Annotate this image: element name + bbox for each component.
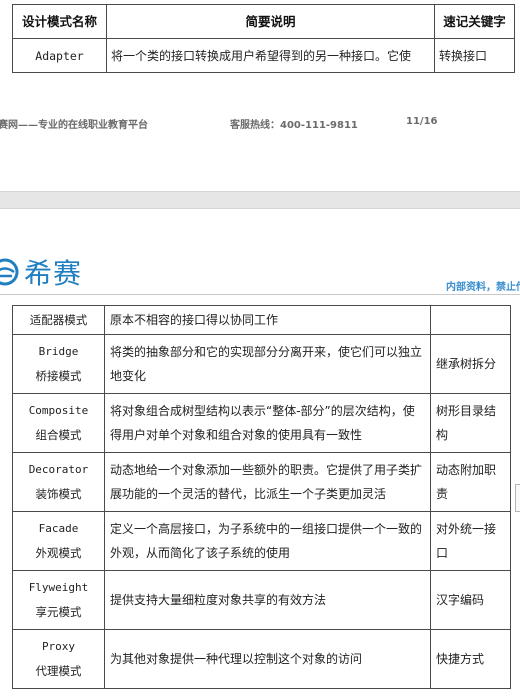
table-header-row: 设计模式名称 简要说明 速记关键字 [12,4,515,39]
pattern-name-en: Flyweight [28,581,89,594]
page-separator [0,191,520,209]
top-pattern-table: 设计模式名称 简要说明 速记关键字 Adapter 将一个类的接口转换成用户希望… [12,4,515,73]
pattern-keyword: 快捷方式 [430,629,511,689]
pattern-name-en: Facade [38,522,79,535]
table-row: Facade 外观模式 定义一个高层接口，为子系统中的一组接口提供一个一致的外观… [12,511,511,571]
pattern-table: 适配器模式 原本不相容的接口得以协同工作 Bridge 桥接模式 将类的抽象部分… [12,305,511,689]
header-keyword: 速记关键字 [434,4,515,39]
pattern-name-en: Proxy [41,640,76,653]
pattern-description: 提供支持大量细粒度对象共享的有效方法 [104,570,431,630]
footer-hotline: 客服热线：400-111-9811 [230,120,358,131]
table-row: Proxy 代理模式 为其他对象提供一种代理以控制这个对象的访问 快捷方式 [12,629,511,689]
pattern-description: 将一个类的接口转换成用户希望得到的另一种接口。它使 [106,38,435,73]
pattern-keyword: 继承树拆分 [430,334,511,394]
table-row: Bridge 桥接模式 将类的抽象部分和它的实现部分分离开来，使它们可以独立地变… [12,334,511,394]
table-row: Adapter 将一个类的接口转换成用户希望得到的另一种接口。它使 转换接口 [12,38,515,73]
pattern-name-zh: 装饰模式 [35,487,82,501]
pattern-name-zh: 享元模式 [35,605,82,619]
table-row: Composite 组合模式 将对象组合成树型结构以表示“整体-部分”的层次结构… [12,393,511,453]
pattern-keyword [430,305,511,335]
pattern-keyword: 转换接口 [434,38,515,73]
logo-text: 希赛 [24,257,83,290]
pattern-name-cell: Facade 外观模式 [12,511,105,571]
pattern-name-cell: Decorator 装饰模式 [12,452,105,512]
footer-page-number: 11/16 [406,116,438,127]
pattern-description: 为其他对象提供一种代理以控制这个对象的访问 [104,629,431,689]
page-edge-tab [515,484,520,512]
table-row: 适配器模式 原本不相容的接口得以协同工作 [12,305,511,335]
header-divider [0,294,520,295]
header-name: 设计模式名称 [12,4,107,39]
header-description: 简要说明 [106,4,435,39]
pattern-name-cell: Flyweight 享元模式 [12,570,105,630]
pattern-description: 将类的抽象部分和它的实现部分分离开来，使它们可以独立地变化 [104,334,431,394]
pattern-name-zh: 适配器模式 [29,313,88,327]
pattern-name: Adapter [12,38,107,73]
pattern-name-en: Decorator [28,463,89,476]
pattern-name-en: Composite [28,404,89,417]
confidential-notice: 内部资料，禁止传 [446,282,520,293]
pattern-keyword: 对外统一接口 [430,511,511,571]
logo-mark-icon [0,258,19,286]
pattern-name-cell: Composite 组合模式 [12,393,105,453]
footer-site-slogan: 赛网——专业的在线职业教育平台 [0,120,148,131]
brand-logo: 希赛 [0,254,82,290]
pattern-description: 将对象组合成树型结构以表示“整体-部分”的层次结构，使得用户对单个对象和组合对象… [104,393,431,453]
pattern-keyword: 汉字编码 [430,570,511,630]
table-row: Decorator 装饰模式 动态地给一个对象添加一些额外的职责。它提供了用子类… [12,452,511,512]
pattern-name-en: Bridge [38,345,79,358]
pattern-name-zh: 组合模式 [35,428,82,442]
pattern-name-cell: 适配器模式 [12,305,105,335]
pattern-name-zh: 代理模式 [35,664,82,678]
pattern-name-zh: 外观模式 [35,546,82,560]
pattern-description: 原本不相容的接口得以协同工作 [104,305,431,335]
pattern-name-cell: Bridge 桥接模式 [12,334,105,394]
pattern-description: 定义一个高层接口，为子系统中的一组接口提供一个一致的外观，从而简化了该子系统的使… [104,511,431,571]
table-row: Flyweight 享元模式 提供支持大量细粒度对象共享的有效方法 汉字编码 [12,570,511,630]
pattern-name-zh: 桥接模式 [35,369,82,383]
pattern-name-cell: Proxy 代理模式 [12,629,105,689]
pattern-keyword: 动态附加职责 [430,452,511,512]
pattern-keyword: 树形目录结构 [430,393,511,453]
pattern-description: 动态地给一个对象添加一些额外的职责。它提供了用子类扩展功能的一个灵活的替代，比派… [104,452,431,512]
